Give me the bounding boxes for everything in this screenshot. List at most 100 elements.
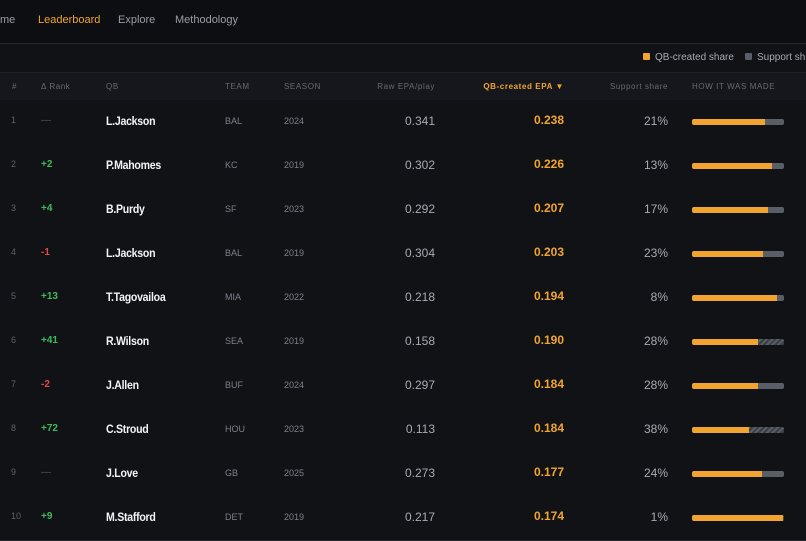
delta-rank-cell: +4 [41,203,53,214]
raw-epa-cell: 0.304 [404,246,435,260]
raw-epa-cell: 0.113 [405,422,435,436]
table-header: # Δ Rank QB TEAM SEASON Raw EPA/play QB-… [0,72,806,102]
table-row[interactable]: 9 — J.Love GB 2025 0.273 0.177 24% [0,452,806,497]
qb-created-share-fill [692,251,763,257]
qb-name[interactable]: R.Wilson [106,334,149,348]
team-cell: BAL [225,116,243,126]
rank-cell: 1 [11,115,17,125]
season-cell: 2023 [284,424,305,434]
qb-created-epa-cell: 0.184 [533,421,564,435]
table-row[interactable]: 8 +72 C.Stroud HOU 2023 0.113 0.184 38% [0,408,806,453]
qb-name[interactable]: B.Purdy [106,202,145,216]
qb-created-share-fill [692,471,762,477]
qb-created-share-fill [692,427,750,433]
share-bar [692,427,784,433]
header-rank[interactable]: # [12,82,17,91]
header-raw-epa[interactable]: Raw EPA/play [377,82,435,91]
delta-rank-cell: — [41,115,51,126]
rank-cell: 3 [11,203,17,213]
support-share-cell: 8% [650,290,668,304]
header-team[interactable]: TEAM [225,82,250,91]
qb-created-epa-cell: 0.207 [533,201,564,215]
rank-cell: 10 [11,511,22,521]
support-share-cell: 23% [643,246,668,260]
delta-rank-cell: +41 [41,335,58,346]
qb-name[interactable]: J.Allen [106,378,139,392]
qb-created-epa-cell: 0.184 [533,377,564,391]
raw-epa-cell: 0.292 [404,202,435,216]
season-cell: 2022 [284,292,305,302]
team-cell: GB [225,468,239,478]
team-cell: SEA [225,336,244,346]
team-cell: MIA [225,292,242,302]
season-cell: 2019 [284,512,305,522]
rank-cell: 6 [11,335,17,345]
qb-created-share-fill [692,207,769,213]
support-share-cell: 17% [643,202,668,216]
nav-home[interactable]: me [0,14,15,26]
qb-created-epa-cell: 0.226 [533,157,564,171]
header-delta-rank[interactable]: Δ Rank [41,82,70,91]
nav-leaderboard[interactable]: Leaderboard [38,14,100,26]
support-share-cell: 28% [643,334,668,348]
qb-name[interactable]: M.Stafford [106,510,156,524]
delta-rank-cell: +9 [41,511,53,522]
table-row[interactable]: 4 -1 L.Jackson BAL 2019 0.304 0.203 23% [0,232,806,277]
nav-explore[interactable]: Explore [118,14,155,26]
raw-epa-cell: 0.273 [404,466,435,480]
raw-epa-cell: 0.158 [404,334,435,348]
table-row[interactable]: 1 — L.Jackson BAL 2024 0.341 0.238 21% [0,100,806,145]
share-bar [692,119,784,125]
qb-created-epa-cell: 0.174 [533,509,564,523]
qb-name[interactable]: L.Jackson [106,246,156,260]
share-bar [692,207,784,213]
qb-name[interactable]: J.Love [106,466,138,480]
qb-name[interactable]: C.Stroud [106,422,149,436]
nav-methodology[interactable]: Methodology [175,14,238,26]
table-row[interactable]: 6 +41 R.Wilson SEA 2019 0.158 0.190 28% [0,320,806,365]
season-cell: 2024 [284,380,305,390]
table-row[interactable]: 3 +4 B.Purdy SF 2023 0.292 0.207 17% [0,188,806,233]
support-share-cell: 38% [643,422,668,436]
team-cell: SF [225,204,237,214]
share-bar [692,163,784,169]
season-cell: 2019 [284,160,305,170]
support-share-cell: 21% [643,114,668,128]
team-cell: BUF [225,380,243,390]
header-season[interactable]: SEASON [284,82,321,91]
table-row[interactable]: 2 +2 P.Mahomes KC 2019 0.302 0.226 13% [0,144,806,189]
qb-name[interactable]: P.Mahomes [106,158,161,172]
team-cell: KC [225,160,238,170]
raw-epa-cell: 0.218 [404,290,435,304]
qb-created-share-fill [692,515,784,521]
header-support-share[interactable]: Support share [610,82,668,91]
header-qb[interactable]: QB [106,82,119,91]
legend-qb-created: QB-created share [655,52,734,63]
delta-rank-cell: -1 [41,247,50,258]
table-row[interactable]: 10 +9 M.Stafford DET 2019 0.217 0.174 1% [0,496,806,541]
share-bar [692,383,784,389]
table-row[interactable]: 5 +13 T.Tagovailoa MIA 2022 0.218 0.194 … [0,276,806,321]
qb-created-epa-cell: 0.203 [533,245,564,259]
season-cell: 2024 [284,116,305,126]
legend-support: Support sh [757,52,806,63]
share-bar [692,251,784,257]
qb-created-share-fill [692,339,759,345]
delta-rank-cell: +72 [41,423,58,434]
season-cell: 2025 [284,468,305,478]
rank-cell: 4 [11,247,17,257]
rank-cell: 9 [11,467,17,477]
share-bar [692,471,784,477]
qb-created-epa-cell: 0.177 [533,465,564,479]
delta-rank-cell: — [41,467,51,478]
qb-created-share-fill [692,383,759,389]
qb-name[interactable]: L.Jackson [106,114,156,128]
table-row[interactable]: 7 -2 J.Allen BUF 2024 0.297 0.184 28% [0,364,806,409]
raw-epa-cell: 0.302 [404,158,435,172]
qb-created-share-fill [692,295,777,301]
delta-rank-cell: +2 [41,159,53,170]
qb-name[interactable]: T.Tagovailoa [106,290,166,304]
qb-created-epa-cell: 0.194 [533,289,564,303]
rank-cell: 7 [11,379,17,389]
header-qb-created-epa[interactable]: QB-created EPA ▼ [483,82,564,91]
